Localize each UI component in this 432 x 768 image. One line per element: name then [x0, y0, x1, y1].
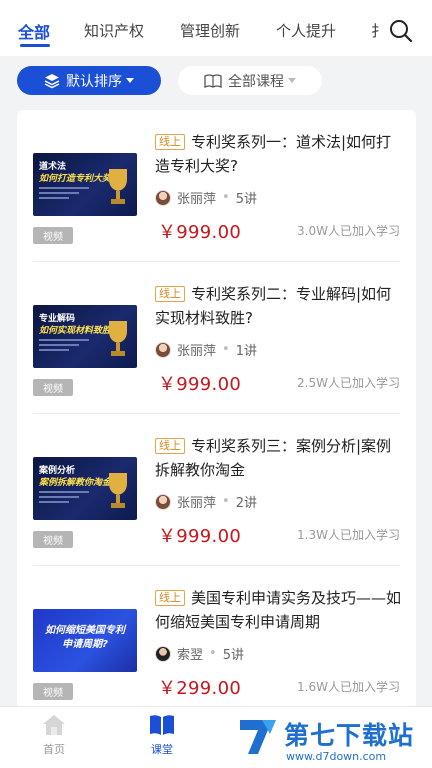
- filter-row: 默认排序 全部课程: [0, 56, 432, 104]
- thumbnail-subtitle: 申请周期?: [62, 639, 108, 650]
- course-item[interactable]: 案例分析 案例拆解教你淘金 视频 线上 专利奖系列三：案例分析|案例拆解教你淘金 …: [17, 414, 416, 566]
- course-filter-dropdown[interactable]: 全部课程: [178, 66, 322, 95]
- media-type-badge: 视频: [33, 531, 73, 548]
- course-title: 专利奖系列三：案例分析|案例拆解教你淘金: [155, 437, 392, 479]
- teacher-name: 索翌: [177, 648, 204, 663]
- teacher-info: 张丽萍 • 5讲: [155, 188, 257, 207]
- media-type-badge: 视频: [33, 379, 73, 396]
- nav-classroom[interactable]: 课堂: [132, 713, 192, 757]
- separator-dot: •: [222, 190, 230, 205]
- nav-home[interactable]: 首页: [24, 713, 84, 757]
- watermark: 第七下载站 www.d7down.com: [236, 712, 432, 768]
- avatar: [155, 645, 171, 662]
- course-filter-label: 全部课程: [228, 73, 284, 90]
- tab-personal-growth[interactable]: 个人提升: [276, 20, 336, 41]
- teacher-name: 张丽萍: [177, 344, 217, 359]
- course-thumbnail: 道术法 如何打造专利大奖？: [33, 153, 137, 216]
- course-item[interactable]: 如何缩短美国专利 申请周期? 视频 线上 美国专利申请实务及技巧——如何缩短美国专…: [17, 566, 416, 710]
- course-list: 道术法 如何打造专利大奖？ 视频 线上 专利奖系列一：道术法|如何打造专利大奖? …: [17, 110, 416, 710]
- thumbnail-decoration: [39, 339, 89, 354]
- tab-all[interactable]: 全部: [18, 19, 50, 43]
- learner-count: 3.0W人已加入学习: [297, 224, 400, 238]
- sort-dropdown[interactable]: 默认排序: [17, 66, 161, 95]
- top-tab-bar: 全部 知识产权 管理创新 个人提升 扌: [0, 0, 432, 56]
- course-thumbnail: 如何缩短美国专利 申请周期?: [33, 609, 137, 672]
- thumbnail-decoration: [39, 491, 89, 506]
- learner-count: 1.6W人已加入学习: [297, 680, 400, 694]
- teacher-info: 张丽萍 • 2讲: [155, 492, 257, 511]
- avatar: [155, 341, 171, 358]
- chevron-down-icon: [288, 78, 296, 83]
- trophy-icon: [109, 321, 127, 356]
- course-title-block[interactable]: 线上 专利奖系列三：案例分析|案例拆解教你淘金: [155, 434, 403, 482]
- chevron-down-icon: [126, 78, 134, 83]
- course-title: 专利奖系列一：道术法|如何打造专利大奖?: [155, 133, 392, 175]
- course-item[interactable]: 道术法 如何打造专利大奖？ 视频 线上 专利奖系列一：道术法|如何打造专利大奖? …: [17, 110, 416, 262]
- course-title-block[interactable]: 线上 专利奖系列二：专业解码|如何实现材料致胜?: [155, 282, 403, 330]
- course-price: ￥999.00: [158, 374, 242, 395]
- course-price: ￥999.00: [158, 222, 242, 243]
- separator-dot: •: [222, 494, 230, 509]
- sort-label: 默认排序: [66, 73, 122, 90]
- watermark-url: www.d7down.com: [286, 750, 387, 763]
- nav-classroom-label: 课堂: [151, 743, 173, 756]
- online-badge: 线上: [155, 134, 185, 150]
- course-title: 专利奖系列二：专业解码|如何实现材料致胜?: [155, 285, 392, 327]
- course-title: 美国专利申请实务及技巧——如何缩短美国专利申请周期: [155, 589, 402, 631]
- teacher-info: 张丽萍 • 1讲: [155, 340, 257, 359]
- book-icon: [150, 715, 174, 735]
- online-badge: 线上: [155, 590, 185, 606]
- course-price: ￥299.00: [158, 678, 242, 699]
- media-type-badge: 视频: [33, 227, 73, 244]
- site-logo-icon: [240, 720, 276, 754]
- online-badge: 线上: [155, 286, 185, 302]
- open-book-icon: [204, 73, 222, 88]
- media-type-badge: 视频: [33, 683, 73, 700]
- tab-truncated[interactable]: 扌: [371, 20, 386, 41]
- lesson-count: 5讲: [222, 648, 244, 663]
- course-item[interactable]: 专业解码 如何实现材料致胜？ 视频 线上 专利奖系列二：专业解码|如何实现材料致胜…: [17, 262, 416, 414]
- course-thumbnail: 专业解码 如何实现材料致胜？: [33, 305, 137, 368]
- lesson-count: 1讲: [235, 344, 257, 359]
- trophy-icon: [109, 473, 127, 508]
- trophy-icon: [109, 169, 127, 204]
- thumbnail-subtitle: 案例拆解教你淘金: [39, 478, 112, 488]
- separator-dot: •: [222, 342, 230, 357]
- teacher-name: 张丽萍: [177, 192, 217, 207]
- lesson-count: 5讲: [235, 192, 257, 207]
- lesson-count: 2讲: [235, 496, 257, 511]
- course-title-block[interactable]: 线上 专利奖系列一：道术法|如何打造专利大奖?: [155, 130, 403, 178]
- teacher-info: 索翌 • 5讲: [155, 644, 244, 663]
- learner-count: 1.3W人已加入学习: [297, 528, 400, 542]
- tab-intellectual-property[interactable]: 知识产权: [84, 20, 144, 41]
- home-icon: [43, 715, 65, 735]
- thumbnail-decoration: [39, 187, 89, 202]
- learner-count: 2.5W人已加入学习: [297, 376, 400, 390]
- thumbnail-title: 如何缩短美国专利: [45, 625, 125, 636]
- teacher-name: 张丽萍: [177, 496, 217, 511]
- avatar: [155, 189, 171, 206]
- nav-home-label: 首页: [43, 743, 65, 756]
- avatar: [155, 493, 171, 510]
- separator-dot: •: [209, 646, 217, 661]
- course-thumbnail: 案例分析 案例拆解教你淘金: [33, 457, 137, 520]
- course-price: ￥999.00: [158, 526, 242, 547]
- online-badge: 线上: [155, 438, 185, 454]
- layers-icon: [44, 73, 60, 88]
- search-icon[interactable]: [388, 18, 414, 44]
- tab-management-innovation[interactable]: 管理创新: [180, 20, 240, 41]
- active-tab-indicator: [20, 44, 50, 47]
- watermark-text: 第七下载站: [284, 721, 415, 750]
- course-title-block[interactable]: 线上 美国专利申请实务及技巧——如何缩短美国专利申请周期: [155, 586, 403, 634]
